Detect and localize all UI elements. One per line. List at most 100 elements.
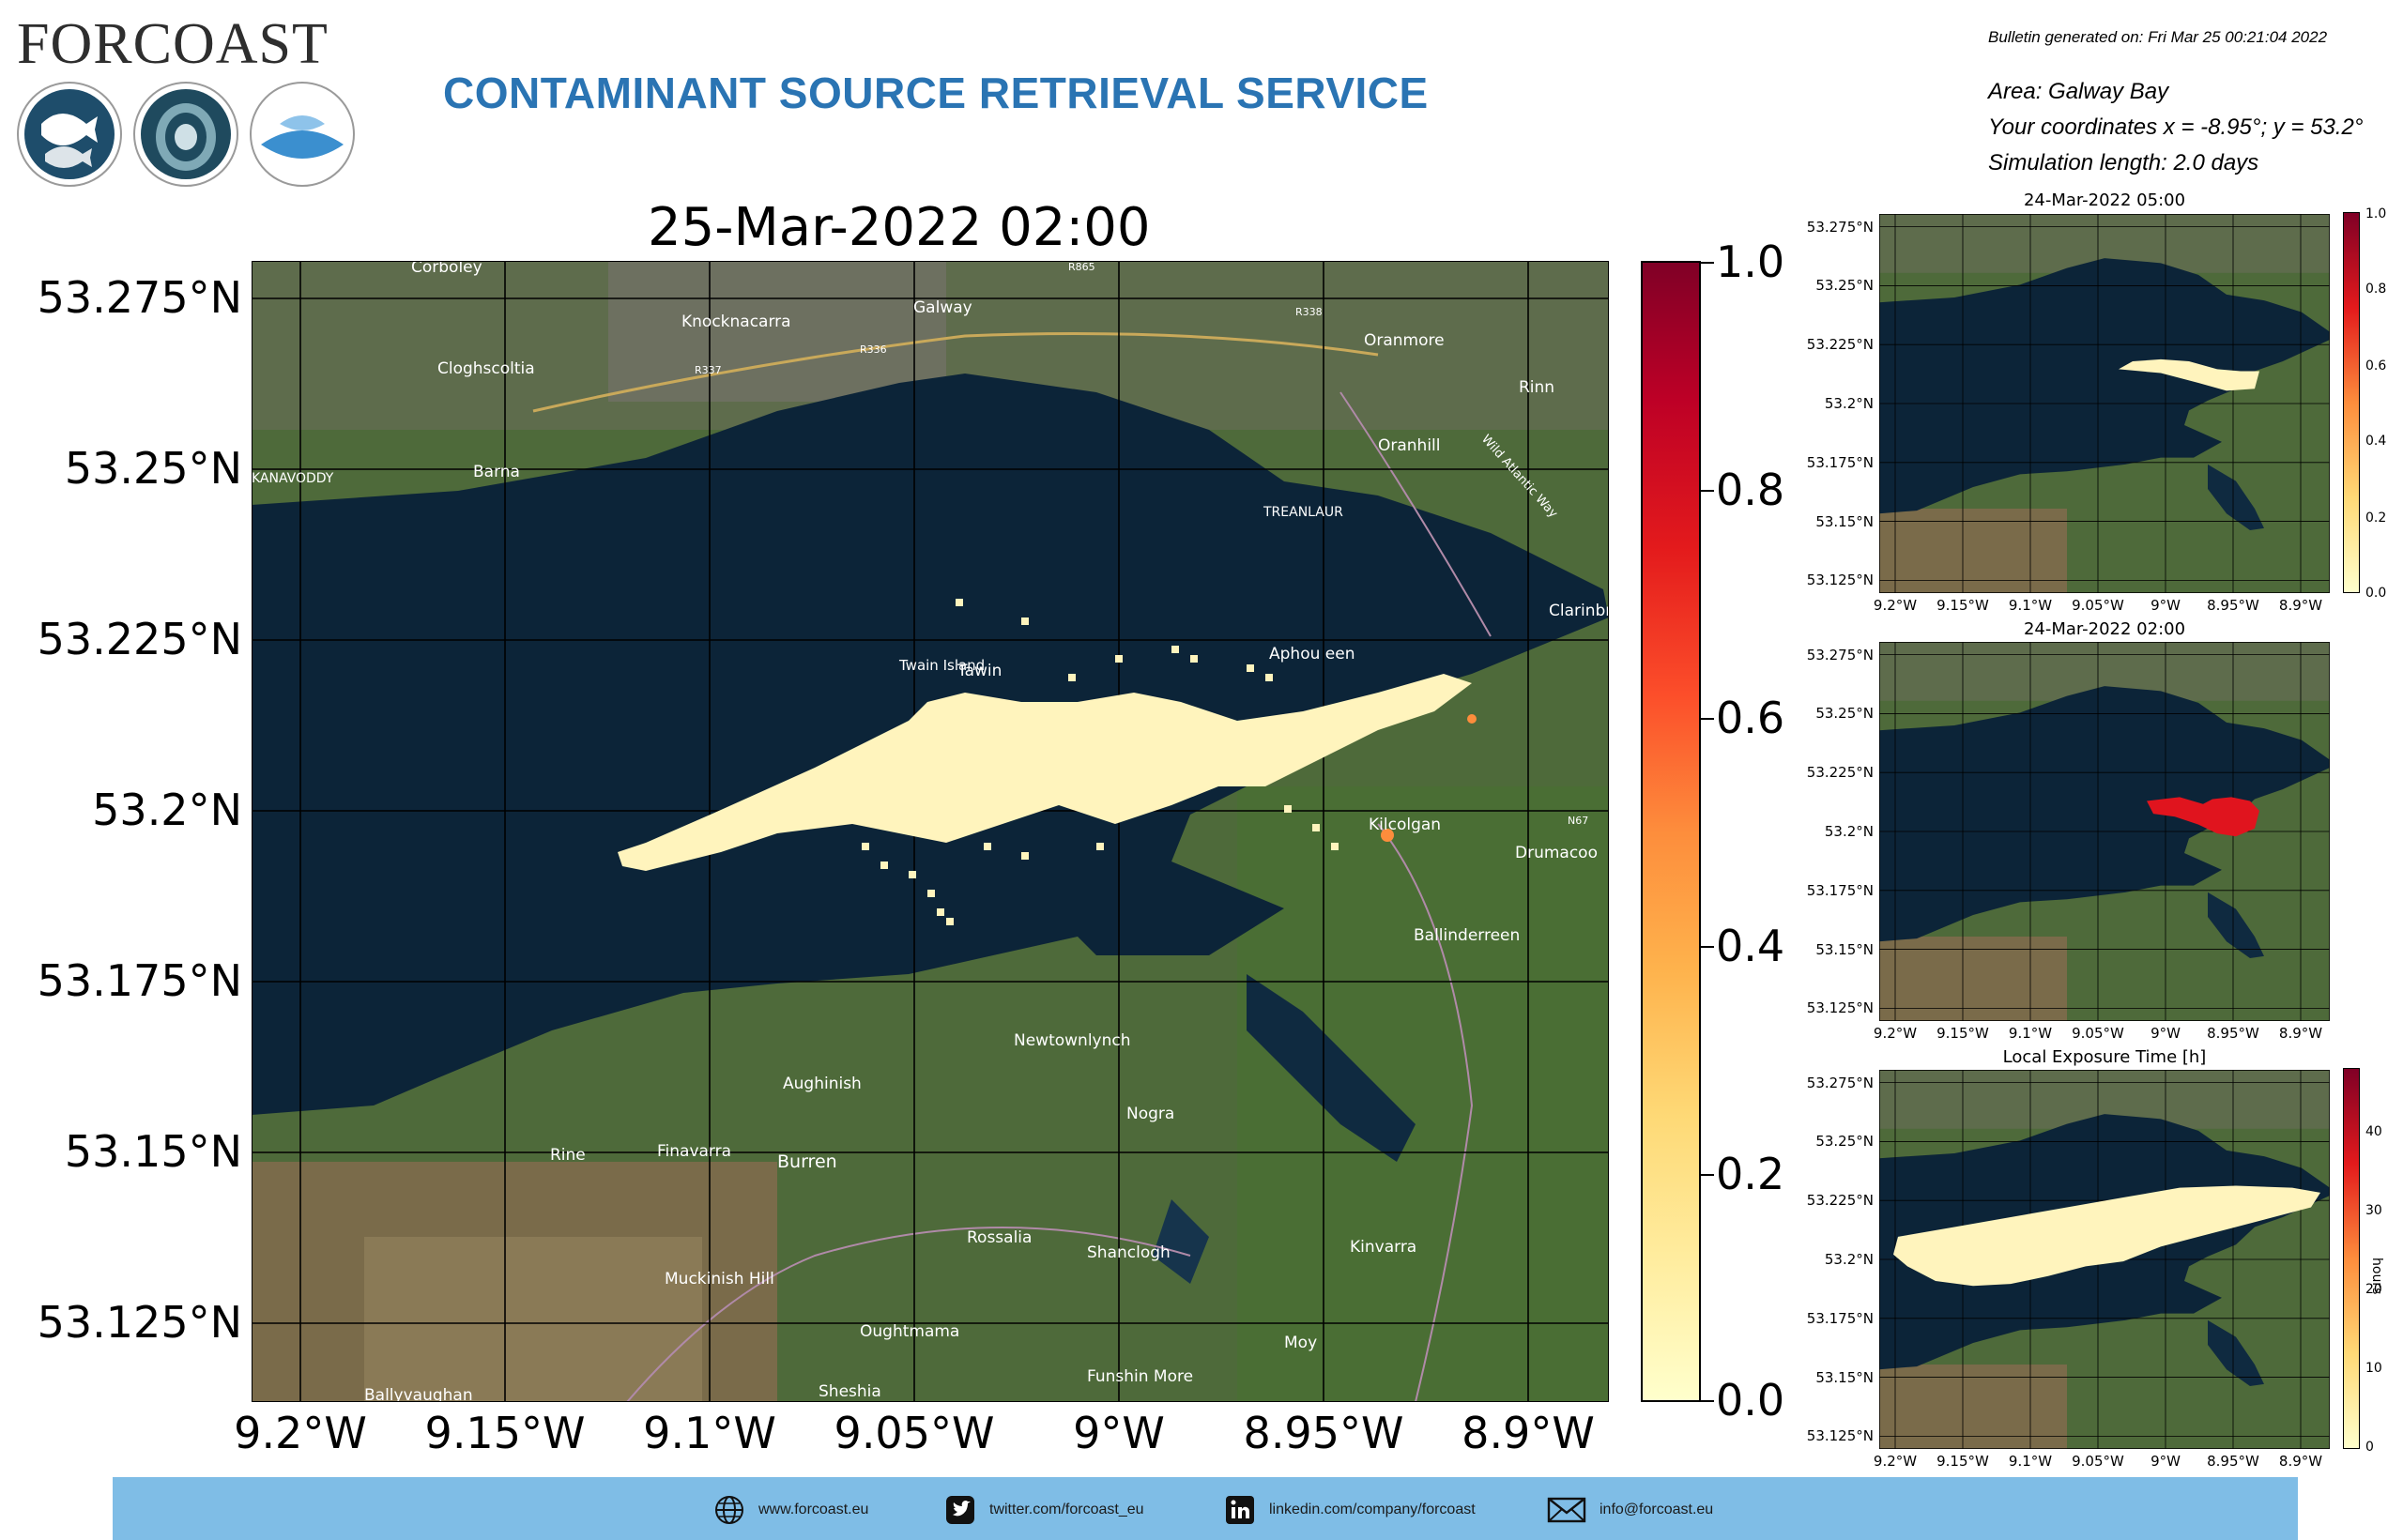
small-lon-tick-label: 9.1°W: [2008, 1025, 2053, 1042]
linkedin-icon: [1226, 1496, 1254, 1524]
main-map-title: 25-Mar-2022 02:00: [648, 197, 1151, 258]
footer-twitter-link[interactable]: twitter.com/forcoast_eu: [944, 1494, 1144, 1526]
place-label: R338: [1295, 306, 1323, 318]
footer-linkedin-text: linkedin.com/company/forcoast: [1269, 1502, 1476, 1517]
exposure-colorbar-tick-label: 40: [2365, 1124, 2382, 1139]
place-label: Oranhill: [1378, 436, 1441, 455]
place-label: Newtownlynch: [1014, 1031, 1131, 1050]
footer-email-link[interactable]: info@forcoast.eu: [1547, 1494, 1713, 1526]
small-map-3-title: Local Exposure Time [h]: [2002, 1047, 2207, 1067]
small-lon-tick-label: 9°W: [2150, 597, 2181, 614]
place-label: Kinvarra: [1350, 1238, 1416, 1257]
small-lat-tick-label: 53.25°N: [1815, 705, 1874, 723]
coordinates-label: Your coordinates x = -8.95°; y = 53.2°: [1988, 114, 2364, 140]
mussel-badge-icon: [250, 82, 355, 187]
footer-website-link[interactable]: www.forcoast.eu: [713, 1494, 868, 1526]
small-colorbar-tick-label: 0.6: [2365, 358, 2387, 374]
small-lat-tick-label: 53.225°N: [1806, 1192, 1874, 1210]
lat-tick-label: 53.175°N: [37, 955, 242, 1006]
twitter-icon: [946, 1496, 974, 1524]
small-lat-tick-label: 53.275°N: [1806, 1074, 1874, 1091]
lon-tick-label: 9.15°W: [424, 1408, 586, 1458]
place-label: Drumacoo: [1515, 844, 1598, 862]
small-lat-tick-label: 53.125°N: [1806, 572, 1874, 589]
place-label: Aphou een: [1269, 645, 1355, 663]
small-lat-tick-label: 53.125°N: [1806, 999, 1874, 1017]
lon-tick-label: 9.2°W: [234, 1408, 367, 1458]
small-map-1[interactable]: [1879, 214, 2330, 593]
small-lat-tick-label: 53.2°N: [1824, 1251, 1874, 1268]
exposure-time-colorbar: [2343, 1068, 2360, 1449]
main-map[interactable]: Corboley Galway Knocknacarra Cloghscolti…: [252, 261, 1609, 1402]
small-colorbar-tick-label: 0.8: [2365, 282, 2387, 297]
footer-bar: www.forcoast.eu twitter.com/forcoast_eu …: [113, 1477, 2298, 1540]
small-lon-tick-label: 8.95°W: [2207, 1025, 2259, 1042]
forcoast-logo-badges: [17, 82, 355, 187]
place-label: Oughtmama: [860, 1322, 959, 1341]
footer-website-text: www.forcoast.eu: [758, 1502, 869, 1517]
lon-tick-label: 8.9°W: [1462, 1408, 1595, 1458]
small-lon-tick-label: 9.05°W: [2072, 1025, 2124, 1042]
exposure-colorbar-tick-label: 0: [2365, 1440, 2374, 1455]
small-lon-tick-label: 8.9°W: [2278, 597, 2323, 614]
oyster-badge-icon: [133, 82, 238, 187]
small-lat-tick-label: 53.25°N: [1815, 277, 1874, 295]
lon-tick-label: 9°W: [1073, 1408, 1165, 1458]
concentration-colorbar: [1641, 261, 1701, 1402]
footer-linkedin-link[interactable]: linkedin.com/company/forcoast: [1224, 1494, 1476, 1526]
exposure-colorbar-tick-label: 10: [2365, 1361, 2382, 1376]
place-label: Kilcolgan: [1369, 816, 1441, 834]
small-lat-tick-label: 53.225°N: [1806, 336, 1874, 354]
place-label: Knocknacarra: [681, 313, 791, 331]
small-colorbar-tick-label: 0.2: [2365, 511, 2387, 526]
small-lon-tick-label: 8.95°W: [2207, 1453, 2259, 1470]
small-lat-tick-label: 53.2°N: [1824, 395, 1874, 412]
small-map-1-title: 24-Mar-2022 05:00: [2023, 191, 2186, 210]
small-lat-tick-label: 53.175°N: [1806, 881, 1874, 899]
place-label: Clarinbridge: [1549, 602, 1609, 620]
small-lon-tick-label: 9°W: [2150, 1025, 2181, 1042]
place-label: Ballyvaughan: [364, 1386, 473, 1402]
small-map-3[interactable]: [1879, 1070, 2330, 1449]
footer-email-text: info@forcoast.eu: [1599, 1502, 1714, 1517]
exposure-colorbar-tick-label: 30: [2365, 1203, 2382, 1218]
small-lon-tick-label: 9.1°W: [2008, 597, 2053, 614]
lat-tick-label: 53.125°N: [37, 1297, 242, 1348]
simulation-length-label: Simulation length: 2.0 days: [1988, 150, 2259, 175]
small-lat-tick-label: 53.25°N: [1815, 1133, 1874, 1151]
place-label: Rine: [550, 1146, 586, 1165]
footer-twitter-text: twitter.com/forcoast_eu: [989, 1502, 1144, 1517]
small-lon-tick-label: 9.15°W: [1936, 1025, 1989, 1042]
small-lon-tick-label: 9°W: [2150, 1453, 2181, 1470]
small-lon-tick-label: 9.15°W: [1936, 597, 1989, 614]
small-lon-tick-label: 9.2°W: [1873, 597, 1918, 614]
small-map-2[interactable]: [1879, 642, 2330, 1021]
place-label: Aughinish: [783, 1075, 862, 1093]
place-label: Twain Island: [898, 657, 985, 674]
colorbar-tick-label: 0.8: [1716, 465, 1785, 515]
place-label: Funshin More: [1087, 1367, 1193, 1386]
place-label: Shanclogh: [1087, 1243, 1171, 1262]
place-label: KANAVODDY: [252, 471, 334, 486]
colorbar-tick-label: 0.6: [1716, 693, 1785, 743]
small-lon-tick-label: 9.2°W: [1873, 1453, 1918, 1470]
area-label: Area: Galway Bay: [1988, 79, 2169, 104]
small-lon-tick-label: 9.1°W: [2008, 1453, 2053, 1470]
place-label: N67: [1568, 815, 1588, 827]
small-lon-tick-label: 9.2°W: [1873, 1025, 1918, 1042]
lat-tick-label: 53.15°N: [64, 1126, 242, 1177]
small-lat-tick-label: 53.15°N: [1815, 512, 1874, 530]
small-map-1-colorbar: [2343, 212, 2360, 593]
place-label: Finavarra: [657, 1142, 731, 1161]
lat-tick-label: 53.2°N: [92, 785, 242, 835]
place-label: Moy: [1284, 1334, 1317, 1352]
lon-tick-label: 9.1°W: [643, 1408, 776, 1458]
place-label: Rinn: [1519, 378, 1554, 397]
small-colorbar-tick-label: 0.0: [2365, 586, 2387, 601]
place-label: Nogra: [1126, 1105, 1174, 1123]
place-label: R865: [1068, 261, 1095, 273]
small-lon-tick-label: 8.9°W: [2278, 1453, 2323, 1470]
fish-badge-icon: [17, 82, 122, 187]
small-lat-tick-label: 53.15°N: [1815, 1368, 1874, 1386]
small-lat-tick-label: 53.275°N: [1806, 218, 1874, 236]
